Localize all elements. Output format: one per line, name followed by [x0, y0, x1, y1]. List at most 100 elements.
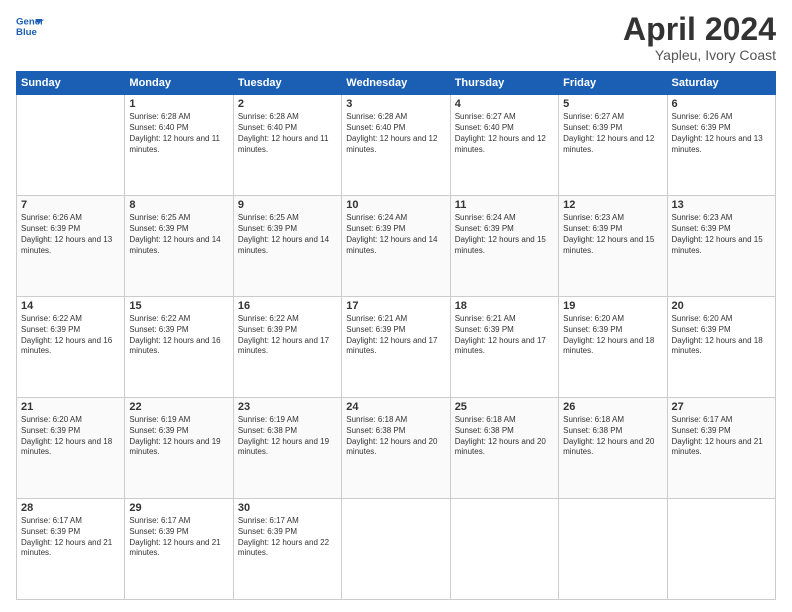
- header: General Blue April 2024 Yapleu, Ivory Co…: [16, 12, 776, 63]
- cell-info: Sunrise: 6:24 AMSunset: 6:39 PMDaylight:…: [346, 213, 445, 256]
- cell-info: Sunrise: 6:22 AMSunset: 6:39 PMDaylight:…: [21, 314, 120, 357]
- col-wednesday: Wednesday: [342, 72, 450, 95]
- day-number: 23: [238, 401, 337, 413]
- cell-info: Sunrise: 6:26 AMSunset: 6:39 PMDaylight:…: [21, 213, 120, 256]
- table-row: 19 Sunrise: 6:20 AMSunset: 6:39 PMDaylig…: [559, 297, 667, 398]
- table-row: 1 Sunrise: 6:28 AMSunset: 6:40 PMDayligh…: [125, 95, 233, 196]
- calendar-row: 28 Sunrise: 6:17 AMSunset: 6:39 PMDaylig…: [17, 499, 776, 600]
- table-row: 5 Sunrise: 6:27 AMSunset: 6:39 PMDayligh…: [559, 95, 667, 196]
- day-number: 26: [563, 401, 662, 413]
- day-number: 6: [672, 98, 771, 110]
- cell-info: Sunrise: 6:22 AMSunset: 6:39 PMDaylight:…: [238, 314, 337, 357]
- cell-info: Sunrise: 6:21 AMSunset: 6:39 PMDaylight:…: [346, 314, 445, 357]
- title-block: April 2024 Yapleu, Ivory Coast: [623, 12, 776, 63]
- day-number: 30: [238, 502, 337, 514]
- cell-info: Sunrise: 6:19 AMSunset: 6:38 PMDaylight:…: [238, 415, 337, 458]
- table-row: 7 Sunrise: 6:26 AMSunset: 6:39 PMDayligh…: [17, 196, 125, 297]
- day-number: 5: [563, 98, 662, 110]
- table-row: 18 Sunrise: 6:21 AMSunset: 6:39 PMDaylig…: [450, 297, 558, 398]
- day-number: 10: [346, 199, 445, 211]
- col-tuesday: Tuesday: [233, 72, 341, 95]
- day-number: 18: [455, 300, 554, 312]
- svg-text:Blue: Blue: [16, 27, 37, 38]
- day-number: 14: [21, 300, 120, 312]
- day-number: 3: [346, 98, 445, 110]
- cell-info: Sunrise: 6:17 AMSunset: 6:39 PMDaylight:…: [672, 415, 771, 458]
- table-row: 23 Sunrise: 6:19 AMSunset: 6:38 PMDaylig…: [233, 398, 341, 499]
- cell-info: Sunrise: 6:21 AMSunset: 6:39 PMDaylight:…: [455, 314, 554, 357]
- table-row: 21 Sunrise: 6:20 AMSunset: 6:39 PMDaylig…: [17, 398, 125, 499]
- day-number: 25: [455, 401, 554, 413]
- logo: General Blue: [16, 12, 44, 40]
- calendar-table: Sunday Monday Tuesday Wednesday Thursday…: [16, 71, 776, 600]
- page: General Blue April 2024 Yapleu, Ivory Co…: [0, 0, 792, 612]
- table-row: 25 Sunrise: 6:18 AMSunset: 6:38 PMDaylig…: [450, 398, 558, 499]
- day-number: 21: [21, 401, 120, 413]
- cell-info: Sunrise: 6:20 AMSunset: 6:39 PMDaylight:…: [563, 314, 662, 357]
- cell-info: Sunrise: 6:28 AMSunset: 6:40 PMDaylight:…: [346, 112, 445, 155]
- cell-info: Sunrise: 6:27 AMSunset: 6:39 PMDaylight:…: [563, 112, 662, 155]
- cell-info: Sunrise: 6:23 AMSunset: 6:39 PMDaylight:…: [563, 213, 662, 256]
- calendar-row: 1 Sunrise: 6:28 AMSunset: 6:40 PMDayligh…: [17, 95, 776, 196]
- table-row: 15 Sunrise: 6:22 AMSunset: 6:39 PMDaylig…: [125, 297, 233, 398]
- cell-info: Sunrise: 6:18 AMSunset: 6:38 PMDaylight:…: [346, 415, 445, 458]
- table-row: 30 Sunrise: 6:17 AMSunset: 6:39 PMDaylig…: [233, 499, 341, 600]
- col-thursday: Thursday: [450, 72, 558, 95]
- header-row: Sunday Monday Tuesday Wednesday Thursday…: [17, 72, 776, 95]
- table-row: 3 Sunrise: 6:28 AMSunset: 6:40 PMDayligh…: [342, 95, 450, 196]
- cell-info: Sunrise: 6:28 AMSunset: 6:40 PMDaylight:…: [129, 112, 228, 155]
- table-row: 27 Sunrise: 6:17 AMSunset: 6:39 PMDaylig…: [667, 398, 775, 499]
- day-number: 24: [346, 401, 445, 413]
- table-row: 16 Sunrise: 6:22 AMSunset: 6:39 PMDaylig…: [233, 297, 341, 398]
- day-number: 12: [563, 199, 662, 211]
- cell-info: Sunrise: 6:27 AMSunset: 6:40 PMDaylight:…: [455, 112, 554, 155]
- table-row: 13 Sunrise: 6:23 AMSunset: 6:39 PMDaylig…: [667, 196, 775, 297]
- cell-info: Sunrise: 6:22 AMSunset: 6:39 PMDaylight:…: [129, 314, 228, 357]
- cell-info: Sunrise: 6:28 AMSunset: 6:40 PMDaylight:…: [238, 112, 337, 155]
- table-row: 20 Sunrise: 6:20 AMSunset: 6:39 PMDaylig…: [667, 297, 775, 398]
- table-row: [667, 499, 775, 600]
- table-row: 22 Sunrise: 6:19 AMSunset: 6:39 PMDaylig…: [125, 398, 233, 499]
- day-number: 20: [672, 300, 771, 312]
- table-row: 28 Sunrise: 6:17 AMSunset: 6:39 PMDaylig…: [17, 499, 125, 600]
- main-title: April 2024: [623, 12, 776, 47]
- day-number: 27: [672, 401, 771, 413]
- table-row: 10 Sunrise: 6:24 AMSunset: 6:39 PMDaylig…: [342, 196, 450, 297]
- table-row: 11 Sunrise: 6:24 AMSunset: 6:39 PMDaylig…: [450, 196, 558, 297]
- cell-info: Sunrise: 6:20 AMSunset: 6:39 PMDaylight:…: [672, 314, 771, 357]
- day-number: 15: [129, 300, 228, 312]
- table-row: 17 Sunrise: 6:21 AMSunset: 6:39 PMDaylig…: [342, 297, 450, 398]
- col-friday: Friday: [559, 72, 667, 95]
- day-number: 22: [129, 401, 228, 413]
- col-sunday: Sunday: [17, 72, 125, 95]
- day-number: 1: [129, 98, 228, 110]
- table-row: 8 Sunrise: 6:25 AMSunset: 6:39 PMDayligh…: [125, 196, 233, 297]
- cell-info: Sunrise: 6:26 AMSunset: 6:39 PMDaylight:…: [672, 112, 771, 155]
- table-row: 29 Sunrise: 6:17 AMSunset: 6:39 PMDaylig…: [125, 499, 233, 600]
- table-row: 14 Sunrise: 6:22 AMSunset: 6:39 PMDaylig…: [17, 297, 125, 398]
- table-row: 9 Sunrise: 6:25 AMSunset: 6:39 PMDayligh…: [233, 196, 341, 297]
- cell-info: Sunrise: 6:18 AMSunset: 6:38 PMDaylight:…: [455, 415, 554, 458]
- day-number: 16: [238, 300, 337, 312]
- table-row: [559, 499, 667, 600]
- cell-info: Sunrise: 6:23 AMSunset: 6:39 PMDaylight:…: [672, 213, 771, 256]
- cell-info: Sunrise: 6:17 AMSunset: 6:39 PMDaylight:…: [238, 516, 337, 559]
- day-number: 28: [21, 502, 120, 514]
- day-number: 7: [21, 199, 120, 211]
- cell-info: Sunrise: 6:17 AMSunset: 6:39 PMDaylight:…: [21, 516, 120, 559]
- day-number: 11: [455, 199, 554, 211]
- calendar-row: 14 Sunrise: 6:22 AMSunset: 6:39 PMDaylig…: [17, 297, 776, 398]
- logo-icon: General Blue: [16, 12, 44, 40]
- day-number: 2: [238, 98, 337, 110]
- day-number: 9: [238, 199, 337, 211]
- col-saturday: Saturday: [667, 72, 775, 95]
- table-row: 6 Sunrise: 6:26 AMSunset: 6:39 PMDayligh…: [667, 95, 775, 196]
- cell-info: Sunrise: 6:20 AMSunset: 6:39 PMDaylight:…: [21, 415, 120, 458]
- day-number: 19: [563, 300, 662, 312]
- calendar-row: 7 Sunrise: 6:26 AMSunset: 6:39 PMDayligh…: [17, 196, 776, 297]
- day-number: 8: [129, 199, 228, 211]
- day-number: 13: [672, 199, 771, 211]
- table-row: [450, 499, 558, 600]
- cell-info: Sunrise: 6:25 AMSunset: 6:39 PMDaylight:…: [238, 213, 337, 256]
- table-row: 12 Sunrise: 6:23 AMSunset: 6:39 PMDaylig…: [559, 196, 667, 297]
